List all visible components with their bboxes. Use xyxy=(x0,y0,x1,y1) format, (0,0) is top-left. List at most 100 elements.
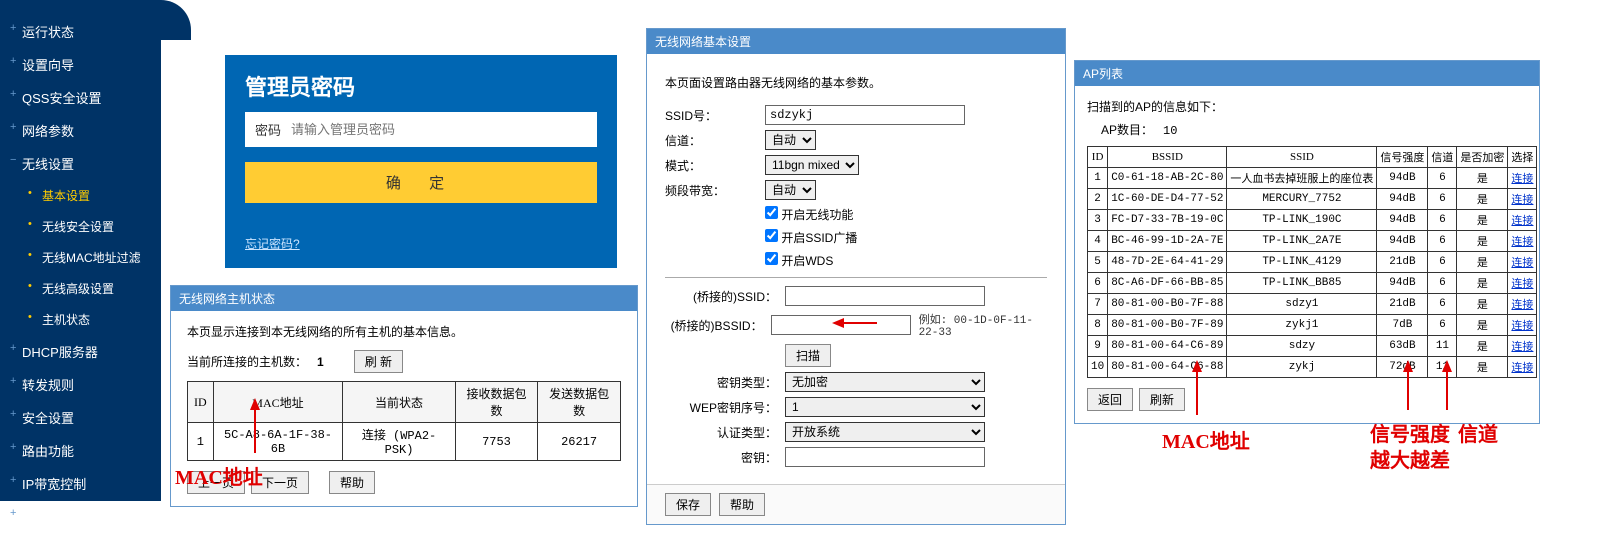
connect-link[interactable]: 连接 xyxy=(1511,237,1533,249)
corner-curve xyxy=(161,0,191,40)
connect-link[interactable]: 连接 xyxy=(1511,258,1533,270)
sidebar-item[interactable]: 运行状态 xyxy=(0,15,161,48)
bandwidth-label: 频段带宽： xyxy=(665,182,765,199)
hosts-title: 无线网络主机状态 xyxy=(171,286,637,311)
ap-title: AP列表 xyxy=(1075,61,1539,86)
hosts-desc: 本页显示连接到本无线网络的所有主机的基本信息。 xyxy=(187,323,621,340)
scan-button[interactable]: 扫描 xyxy=(785,344,831,367)
table-header: 是否加密 xyxy=(1457,147,1508,168)
sidebar-item[interactable]: 主机状态 xyxy=(0,304,161,335)
auth-select[interactable]: 开放系统 xyxy=(785,422,985,442)
sidebar-item[interactable]: 设置向导 xyxy=(0,48,161,81)
auth-label: 认证类型： xyxy=(665,424,785,441)
sidebar-item[interactable]: 路由功能 xyxy=(0,434,161,467)
next-page-button[interactable]: 下一页 xyxy=(251,471,309,494)
connect-link[interactable]: 连接 xyxy=(1511,342,1533,354)
enable-wds-checkbox[interactable]: 开启WDS xyxy=(765,254,833,268)
bridge-bssid-label: (桥接的)BSSID： xyxy=(665,317,771,334)
sidebar-item[interactable]: DHCP服务器 xyxy=(0,335,161,368)
hosts-refresh-button[interactable]: 刷 新 xyxy=(354,350,403,373)
channel-select[interactable]: 自动 xyxy=(765,130,816,150)
table-header: BSSID xyxy=(1108,147,1227,168)
connect-link[interactable]: 连接 xyxy=(1511,279,1533,291)
bridge-bssid-input[interactable] xyxy=(771,315,911,335)
wireless-settings-panel: 无线网络基本设置 本页面设置路由器无线网络的基本参数。 SSID号： 信道：自动… xyxy=(646,28,1066,525)
table-row: 3FC-D7-33-7B-19-0CTP-LINK_190C94dB6是连接 xyxy=(1088,210,1537,231)
channel-label: 信道： xyxy=(665,132,765,149)
wifi-title: 无线网络基本设置 xyxy=(647,29,1065,54)
password-input[interactable] xyxy=(291,122,587,137)
prev-page-button[interactable]: 上一页 xyxy=(187,471,245,494)
connect-link[interactable]: 连接 xyxy=(1511,300,1533,312)
connect-link[interactable]: 连接 xyxy=(1511,195,1533,207)
table-row: 1C0-61-18-AB-2C-80一人血书去掉班服上的座位表94dB6是连接 xyxy=(1088,168,1537,189)
wifi-desc: 本页面设置路由器无线网络的基本参数。 xyxy=(665,74,1047,91)
bssid-example: 例如: 00-1D-0F-11-22-33 xyxy=(919,311,1047,339)
password-row: 密码 xyxy=(245,112,597,147)
login-panel: 管理员密码 密码 确 定 忘记密码? xyxy=(225,55,617,268)
ap-back-button[interactable]: 返回 xyxy=(1087,388,1133,411)
table-row: 21C-60-DE-D4-77-52MERCURY_775294dB6是连接 xyxy=(1088,189,1537,210)
ap-list-panel: AP列表 扫描到的AP的信息如下： AP数目： 10 IDBSSIDSSID信号… xyxy=(1074,60,1540,424)
ap-refresh-button[interactable]: 刷新 xyxy=(1139,388,1185,411)
table-row: 780-81-00-B0-7F-88sdzy121dB6是连接 xyxy=(1088,294,1537,315)
wepidx-label: WEP密钥序号： xyxy=(665,399,785,416)
bandwidth-select[interactable]: 自动 xyxy=(765,180,816,200)
table-row: 880-81-00-B0-7F-89zykj17dB6是连接 xyxy=(1088,315,1537,336)
key-label: 密钥： xyxy=(665,449,785,466)
save-button[interactable]: 保存 xyxy=(665,493,711,516)
connect-link[interactable]: 连接 xyxy=(1511,174,1533,186)
table-row: 15C-A8-6A-1F-38-6B连接 (WPA2-PSK)775326217 xyxy=(188,423,621,461)
hosts-help-button[interactable]: 帮助 xyxy=(329,471,375,494)
enable-wireless-checkbox[interactable]: 开启无线功能 xyxy=(765,208,853,222)
sidebar-item[interactable]: 无线MAC地址过滤 xyxy=(0,242,161,273)
sidebar-item[interactable]: IP带宽控制 xyxy=(0,467,161,500)
ssid-input[interactable] xyxy=(765,105,965,125)
wifi-help-button[interactable]: 帮助 xyxy=(719,493,765,516)
enable-ssid-broadcast-checkbox[interactable]: 开启SSID广播 xyxy=(765,231,857,245)
table-row: 980-81-00-64-C6-89sdzy63dB11是连接 xyxy=(1088,336,1537,357)
keytype-select[interactable]: 无加密 xyxy=(785,372,985,392)
forgot-password-link[interactable]: 忘记密码? xyxy=(245,235,300,252)
ap-count-label: AP数目： xyxy=(1101,123,1153,137)
table-header: 信道 xyxy=(1428,147,1457,168)
ap-scan-label: 扫描到的AP的信息如下： xyxy=(1087,98,1527,115)
table-header: ID xyxy=(1088,147,1108,168)
table-row: 4BC-46-99-1D-2A-7ETP-LINK_2A7E94dB6是连接 xyxy=(1088,231,1537,252)
login-title: 管理员密码 xyxy=(225,55,617,112)
hosts-count-label: 当前所连接的主机数： xyxy=(187,353,307,370)
login-submit-button[interactable]: 确 定 xyxy=(245,162,597,203)
table-header: MAC地址 xyxy=(213,382,343,423)
sidebar-item[interactable]: 无线高级设置 xyxy=(0,273,161,304)
annotation-bigger-worse: 越大越差 xyxy=(1370,444,1450,473)
bridge-ssid-input[interactable] xyxy=(785,286,985,306)
table-header: 发送数据包数 xyxy=(538,382,621,423)
hosts-count: 1 xyxy=(317,355,324,369)
table-row: 68C-A6-DF-66-BB-85TP-LINK_BB8594dB6是连接 xyxy=(1088,273,1537,294)
connect-link[interactable]: 连接 xyxy=(1511,321,1533,333)
sidebar-item[interactable]: 网络参数 xyxy=(0,114,161,147)
sidebar-item[interactable]: QSS安全设置 xyxy=(0,81,161,114)
sidebar-item[interactable]: 无线安全设置 xyxy=(0,211,161,242)
table-header: 选择 xyxy=(1508,147,1537,168)
table-header: SSID xyxy=(1227,147,1377,168)
connect-link[interactable]: 连接 xyxy=(1511,363,1533,375)
sidebar-item[interactable]: 转发规则 xyxy=(0,368,161,401)
bridge-ssid-label: (桥接的)SSID： xyxy=(665,288,785,305)
key-input[interactable] xyxy=(785,447,985,467)
wireless-hosts-panel: 无线网络主机状态 本页显示连接到本无线网络的所有主机的基本信息。 当前所连接的主… xyxy=(170,285,638,507)
sidebar-item[interactable]: IP与MAC绑定 xyxy=(0,500,161,533)
ap-count: 10 xyxy=(1163,124,1177,138)
table-header: 当前状态 xyxy=(343,382,456,423)
mode-label: 模式： xyxy=(665,157,765,174)
annotation-mac2: MAC地址 xyxy=(1162,425,1250,454)
table-row: 1080-81-00-64-C6-88zykj72dB11是连接 xyxy=(1088,357,1537,378)
wepidx-select[interactable]: 1 xyxy=(785,397,985,417)
keytype-label: 密钥类型： xyxy=(665,374,785,391)
connect-link[interactable]: 连接 xyxy=(1511,216,1533,228)
sidebar-item[interactable]: 安全设置 xyxy=(0,401,161,434)
mode-select[interactable]: 11bgn mixed xyxy=(765,155,859,175)
sidebar-item[interactable]: 无线设置 xyxy=(0,147,161,180)
table-header: ID xyxy=(188,382,214,423)
sidebar-item[interactable]: 基本设置 xyxy=(0,180,161,211)
